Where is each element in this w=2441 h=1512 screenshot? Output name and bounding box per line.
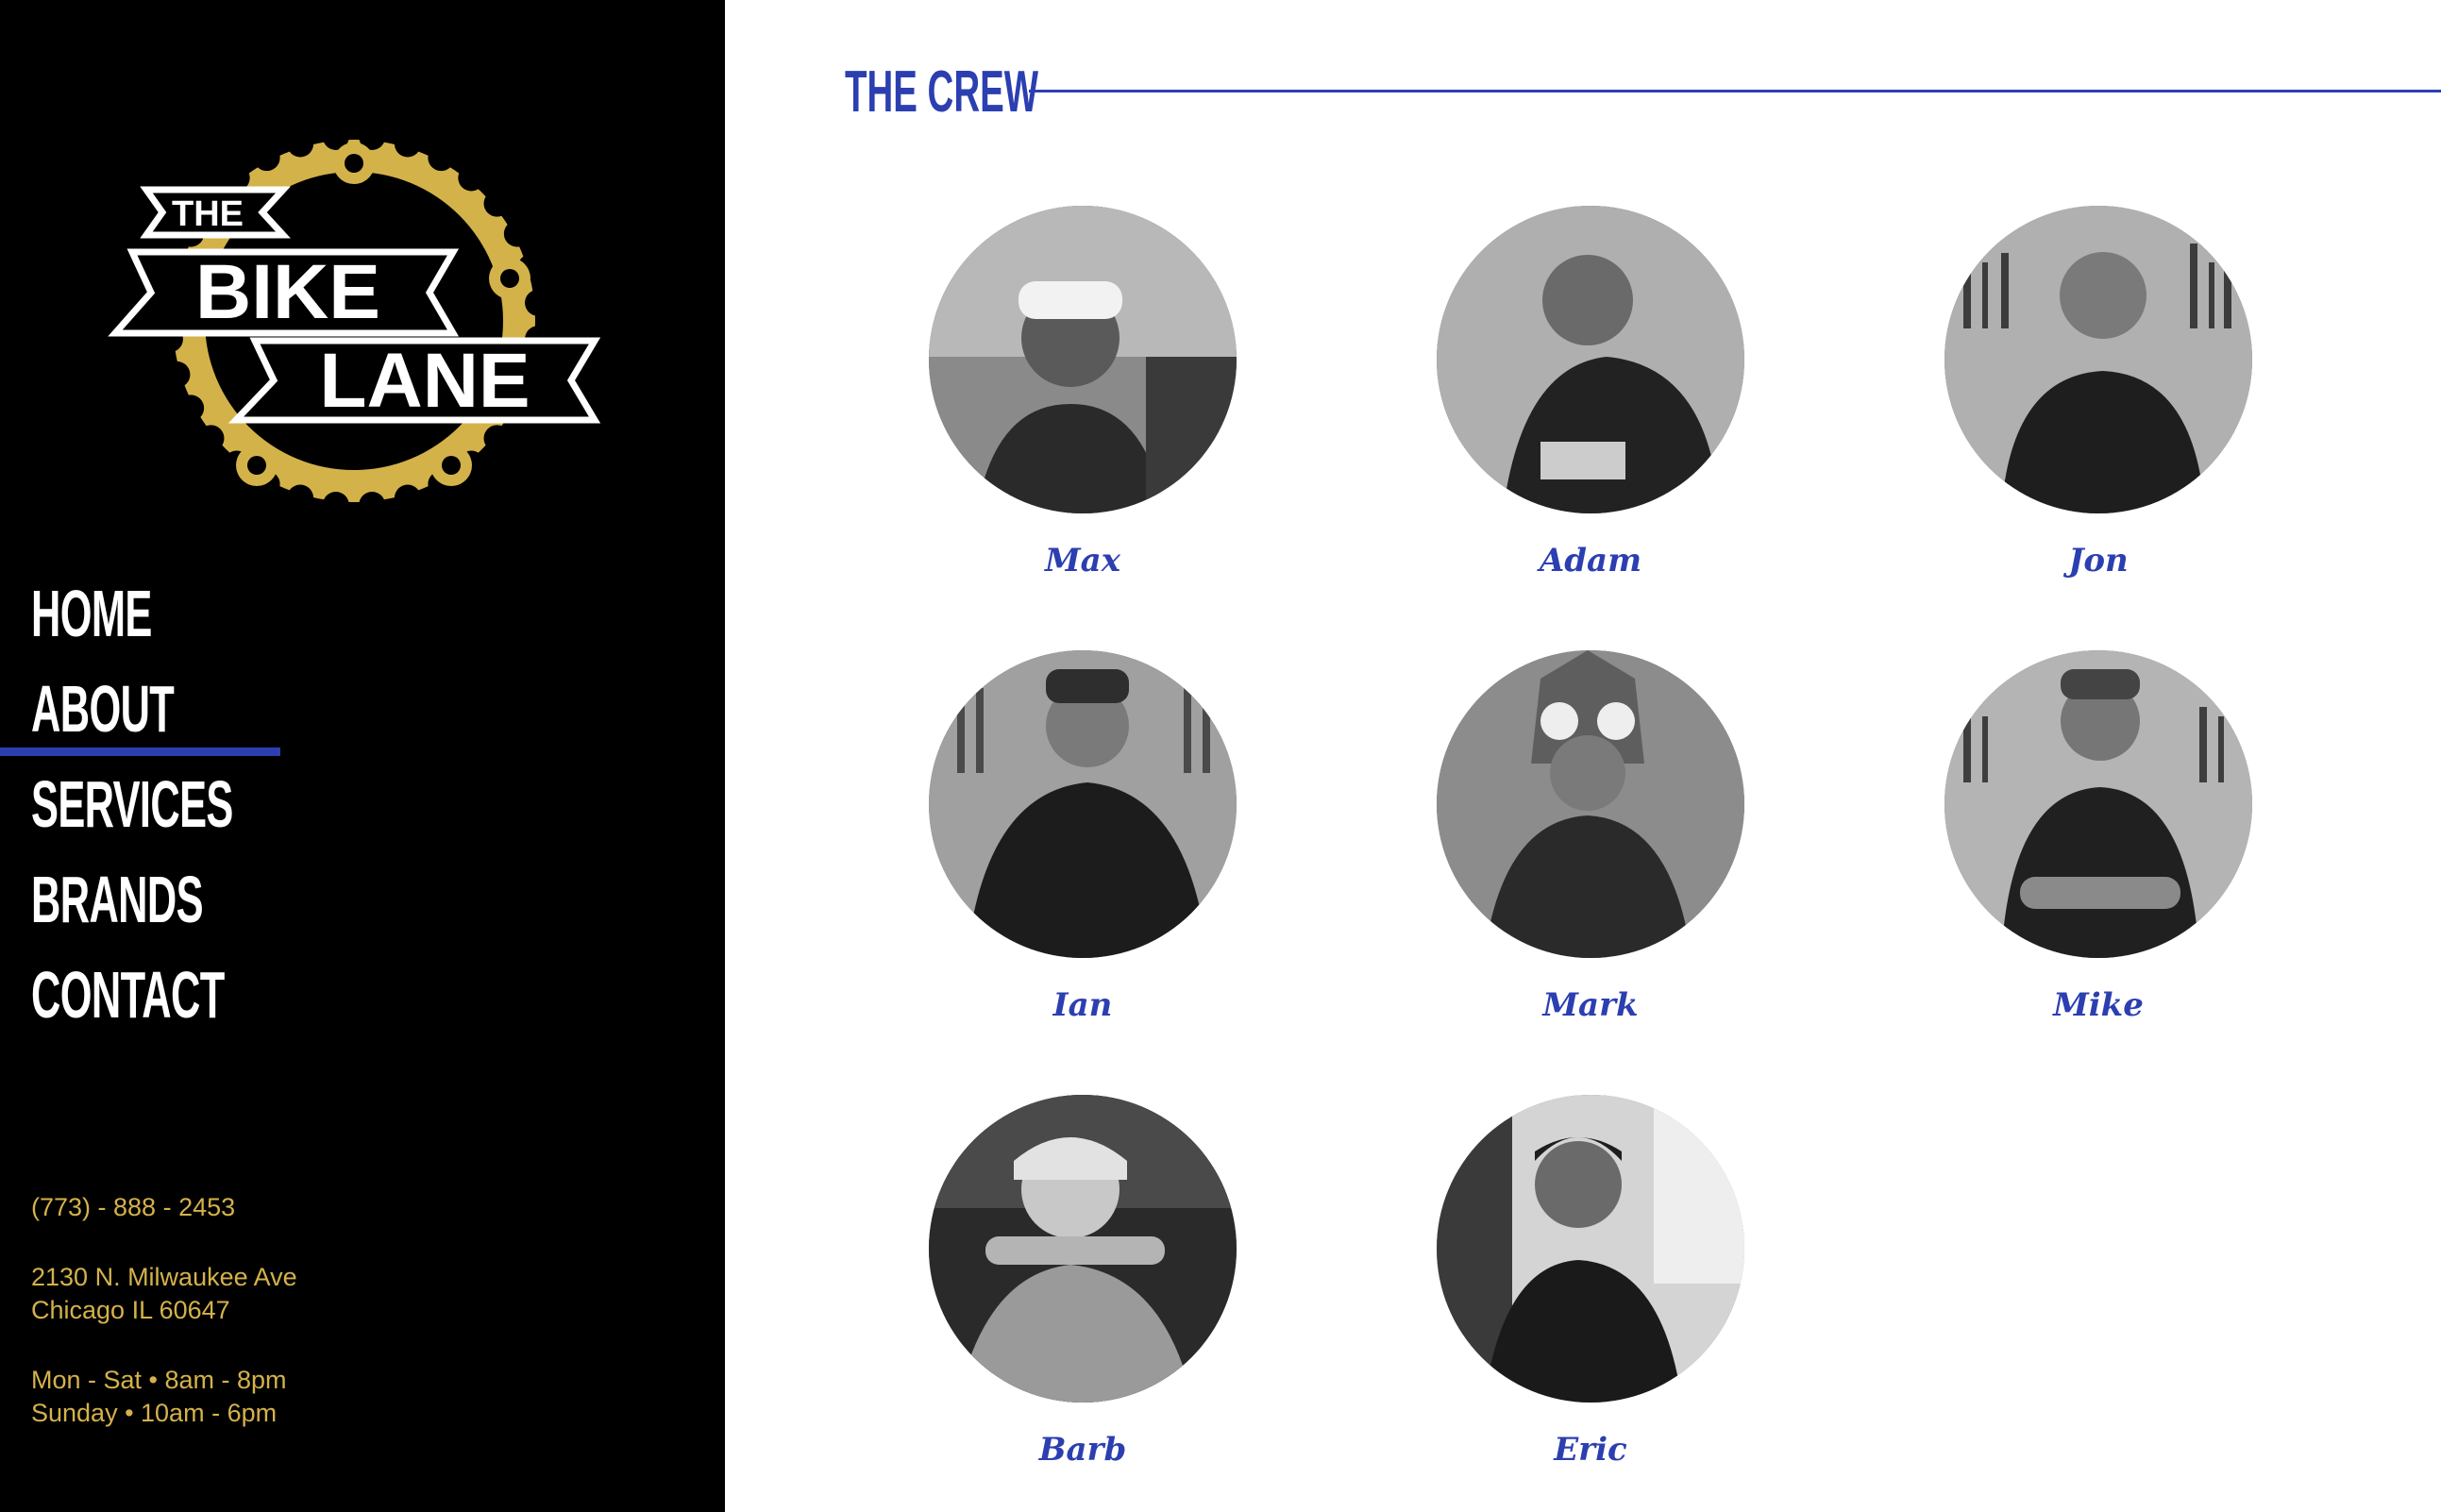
crew-member-ian[interactable]: Ian	[929, 650, 1240, 1028]
main-nav: HOME ABOUT SERVICES BRANDS CONTACT	[0, 566, 725, 1043]
contact-info: (773) - 888 - 2453 2130 N. Milwaukee Ave…	[31, 1191, 297, 1467]
nav-label: ABOUT	[31, 672, 175, 746]
crew-member-barb[interactable]: Barb	[929, 1095, 1240, 1472]
avatar	[1944, 650, 2252, 958]
crew-member-mark[interactable]: Mark	[1437, 650, 1748, 1028]
crew-member-jon[interactable]: Jon	[1944, 206, 2256, 583]
nav-label: HOME	[31, 577, 152, 650]
address-line-1[interactable]: 2130 N. Milwaukee Ave	[31, 1261, 297, 1294]
hours-line-1: Mon - Sat • 8am - 8pm	[31, 1366, 287, 1394]
member-name: Jon	[2068, 542, 2129, 580]
section-title: THE CREW	[845, 59, 1039, 125]
crew-member-max[interactable]: Max	[929, 206, 1240, 583]
hours-line-2: Sunday • 10am - 6pm	[31, 1399, 278, 1427]
logo-text-lane: LANE	[319, 338, 530, 424]
phone-number[interactable]: (773) - 888 - 2453	[31, 1191, 297, 1224]
crew-member-eric[interactable]: Eric	[1437, 1095, 1748, 1472]
member-name: Barb	[1038, 1431, 1127, 1469]
avatar	[1437, 650, 1744, 958]
member-name: Eric	[1554, 1431, 1627, 1469]
address-line-2[interactable]: Chicago IL 60647	[31, 1294, 297, 1327]
nav-item-services[interactable]: SERVICES	[0, 757, 725, 852]
crew-member-mike[interactable]: Mike	[1944, 650, 2256, 1028]
avatar	[929, 650, 1237, 958]
member-name: Ian	[1052, 986, 1113, 1024]
member-name: Adam	[1539, 542, 1642, 580]
nav-label: SERVICES	[31, 767, 233, 841]
nav-item-home[interactable]: HOME	[0, 566, 725, 662]
logo-text-bike: BIKE	[195, 249, 380, 335]
logo-text-the: THE	[172, 194, 244, 234]
avatar	[929, 206, 1237, 513]
nav-active-indicator	[0, 748, 280, 756]
nav-item-brands[interactable]: BRANDS	[0, 852, 725, 948]
avatar	[929, 1095, 1237, 1403]
nav-item-about[interactable]: ABOUT	[0, 662, 725, 757]
sidebar: THE BIKE LANE HOME ABOUT SERVICES BRANDS…	[0, 0, 725, 1512]
section-divider	[1029, 90, 2441, 92]
nav-label: BRANDS	[31, 863, 204, 936]
member-name: Max	[1045, 542, 1120, 580]
avatar	[1437, 206, 1744, 513]
nav-item-contact[interactable]: CONTACT	[0, 948, 725, 1043]
member-name: Mike	[2053, 986, 2144, 1024]
avatar	[1944, 206, 2252, 513]
member-name: Mark	[1542, 986, 1639, 1024]
bike-lane-logo[interactable]: THE BIKE LANE	[94, 118, 623, 524]
nav-label: CONTACT	[31, 958, 225, 1032]
crew-member-adam[interactable]: Adam	[1437, 206, 1748, 583]
avatar	[1437, 1095, 1744, 1403]
